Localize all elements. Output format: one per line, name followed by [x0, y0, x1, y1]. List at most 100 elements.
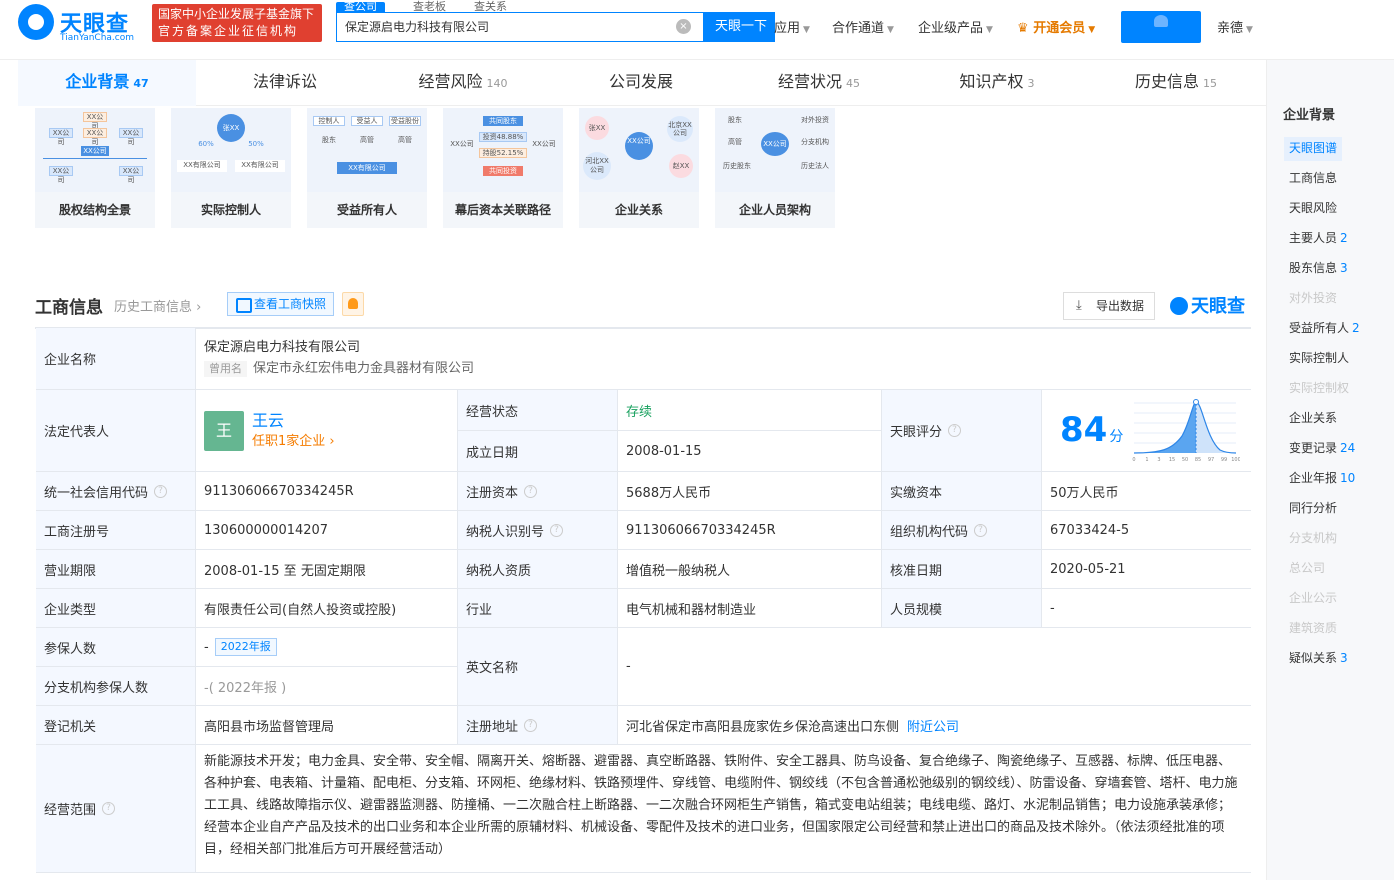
help-icon[interactable]: ?: [524, 484, 538, 498]
snapshot-button[interactable]: 查看工商快照: [227, 292, 334, 316]
legal-rep-positions[interactable]: 任职1家企业 ›: [252, 432, 335, 452]
legal-rep-name[interactable]: 王云: [252, 410, 335, 432]
founded-date: 2008-01-15: [618, 431, 882, 472]
help-icon[interactable]: ?: [974, 523, 988, 537]
help-icon[interactable]: ?: [154, 484, 168, 498]
tick-label: 85: [1195, 457, 1201, 463]
nav-vip[interactable]: ♛ 开通会员 ▼: [1017, 17, 1095, 36]
nav-enterprise[interactable]: 企业级产品 ▼: [918, 17, 993, 36]
address-label: 注册地址: [466, 719, 519, 735]
status-label: 经营状态: [458, 390, 618, 431]
business-info-table: 企业名称 保定源启电力科技有限公司 曾用名 保定市永红宏伟电力金具器材有限公司 法…: [35, 327, 1251, 873]
score-cell[interactable]: 84 分 0 1 3 15 50 85 97 99 100: [1042, 390, 1251, 472]
help-icon[interactable]: ?: [550, 523, 564, 537]
equity-structure-thumbnail: XX公司 XX公司 XX公司 XX公司 XX公司 XX公司 XX公司: [35, 108, 155, 192]
bell-icon[interactable]: [342, 292, 364, 316]
card-capital-path[interactable]: 共同股东 XX公司 XX公司 投资48.88% 持股52.15% 共同投资 幕后…: [443, 108, 563, 228]
sidebar-item-count: 24: [1340, 441, 1356, 455]
nearby-companies-link[interactable]: 附近公司: [907, 716, 959, 735]
thumb-node: 共同投资: [483, 166, 523, 176]
reg-capital: 5688万人民币: [618, 472, 882, 511]
thumb-node: 张XX: [585, 116, 609, 140]
industry: 电气机械和器材制造业: [618, 589, 882, 628]
card-enterprise-relation[interactable]: 张XX 北京XX公司 XX公司 河北XX公司 赵XX 企业关系: [579, 108, 699, 228]
tab-history[interactable]: 历史信息 15: [1086, 60, 1266, 106]
sidebar-item-business-info[interactable]: 工商信息: [1284, 167, 1342, 191]
sidebar-item-shareholders[interactable]: 股东信息 3: [1284, 257, 1353, 281]
nav-channel-label: 合作通道: [832, 21, 885, 36]
tick-label: 15: [1169, 457, 1175, 463]
thumb-node: XX有限公司: [235, 160, 285, 172]
help-icon[interactable]: ?: [524, 718, 538, 732]
gov-badge-line1: 国家中小企业发展子基金旗下: [158, 7, 315, 21]
clear-icon[interactable]: ×: [676, 19, 691, 34]
card-title: 受益所有人: [336, 203, 397, 217]
sidebar-item-change-log[interactable]: 变更记录 24: [1284, 437, 1360, 461]
history-registration-link[interactable]: 历史工商信息 ›: [114, 296, 201, 315]
search-tab-boss[interactable]: 查老板: [413, 1, 446, 12]
tab-operation[interactable]: 经营状况 45: [730, 60, 908, 106]
credit-code: 91130606670334245R: [196, 472, 458, 511]
org-code-label-cell: 组织机构代码?: [882, 511, 1042, 550]
sidebar-item-label: 受益所有人: [1289, 321, 1350, 335]
tab-risk[interactable]: 经营风险 140: [374, 60, 552, 106]
sidebar-title: 企业背景: [1283, 108, 1336, 123]
search-type-tabs: 查公司 查老板 查关系: [336, 0, 535, 12]
tab-label: 经营风险: [418, 72, 483, 91]
search-button[interactable]: 天眼一下: [703, 12, 775, 42]
card-actual-controller[interactable]: 张XX XX有限公司 XX有限公司 60% 50% 实际控制人: [171, 108, 291, 228]
search-tab-company[interactable]: 查公司: [336, 1, 385, 12]
nav-enterprise-label: 企业级产品: [918, 21, 984, 36]
tab-development[interactable]: 公司发展: [552, 60, 730, 106]
card-personnel-structure[interactable]: 股东 对外投资 高管 XX公司 分支机构 历史股东 历史法人 企业人员架构: [715, 108, 835, 228]
user-center-button[interactable]: [1121, 11, 1201, 43]
thumb-node: 河北XX公司: [583, 152, 611, 180]
watermark-logo: 天眼查: [1170, 292, 1245, 318]
nav-user[interactable]: 亲德 ▼: [1217, 17, 1253, 36]
tab-ip[interactable]: 知识产权 3: [908, 60, 1086, 106]
sidebar-item-label: 实际控制人: [1289, 351, 1350, 365]
sidebar-item-key-personnel[interactable]: 主要人员 2: [1284, 227, 1353, 251]
nav-vip-label: 开通会员: [1033, 21, 1086, 36]
card-equity-structure[interactable]: XX公司 XX公司 XX公司 XX公司 XX公司 XX公司 XX公司 股权结构全…: [35, 108, 155, 228]
sidebar-item-count: 2: [1340, 231, 1348, 245]
thumb-node: 对外投资: [801, 116, 829, 124]
help-icon[interactable]: ?: [948, 424, 962, 437]
thumb-label: 投资48.88%: [479, 132, 527, 142]
personnel-structure-thumbnail: 股东 对外投资 高管 XX公司 分支机构 历史股东 历史法人: [715, 108, 835, 192]
logo[interactable]: 天眼查 TianYanCha.com: [18, 4, 146, 44]
sidebar-item-graph[interactable]: 天眼图谱: [1284, 137, 1343, 161]
thumb-node: XX公司: [49, 166, 73, 184]
sidebar-item-annual-reports[interactable]: 企业年报 10: [1284, 467, 1360, 491]
search-tab-relation[interactable]: 查关系: [474, 1, 507, 12]
avatar[interactable]: 王: [204, 410, 244, 451]
help-icon[interactable]: ?: [102, 802, 116, 815]
main-tabs: 企业背景 47 法律诉讼 经营风险 140 公司发展 经营状况 45 知识产权 3 历史…: [18, 60, 1266, 106]
sidebar-item-beneficial-owners[interactable]: 受益所有人 2: [1284, 317, 1365, 341]
sidebar-item-peer-analysis[interactable]: 同行分析: [1284, 497, 1342, 521]
sidebar-item-actual-controller[interactable]: 实际控制人: [1284, 347, 1354, 371]
score-number: 84: [1060, 410, 1108, 450]
sidebar-item-branches: 分支机构: [1284, 527, 1342, 551]
sidebar-item-suspected-relations[interactable]: 疑似关系 3: [1284, 647, 1353, 671]
logo-subtitle: TianYanCha.com: [60, 33, 135, 43]
tab-legal[interactable]: 法律诉讼: [196, 60, 374, 106]
annual-report-badge[interactable]: 2022年报: [214, 638, 277, 656]
card-beneficial-owner[interactable]: 控制人 受益人 受益股份 股东 高管 高管 XX有限公司 受益所有人: [307, 108, 427, 228]
sidebar-item-disclosure: 企业公示: [1284, 587, 1342, 611]
thumb-node: 高管: [360, 136, 374, 144]
staff-size: -: [1042, 589, 1251, 628]
search-input[interactable]: 保定源启电力科技有限公司: [336, 12, 704, 42]
nav-channel[interactable]: 合作通道 ▼: [832, 17, 894, 36]
taxpayer-id-label-cell: 纳税人识别号?: [458, 511, 618, 550]
sidebar-item-risk[interactable]: 天眼风险: [1284, 197, 1342, 221]
sidebar-item-count: 2: [1352, 321, 1360, 335]
score-unit: 分: [1109, 429, 1124, 445]
sidebar-item-control-right: 实际控制权: [1284, 377, 1354, 401]
tab-background[interactable]: 企业背景 47: [18, 60, 196, 106]
insured-cell: -2022年报: [196, 628, 458, 667]
nav-apps[interactable]: 应用 ▼: [774, 17, 810, 36]
export-button[interactable]: 导出数据: [1063, 292, 1155, 320]
thumb-node: XX公司: [81, 146, 109, 156]
sidebar-item-relations[interactable]: 企业关系: [1284, 407, 1342, 431]
